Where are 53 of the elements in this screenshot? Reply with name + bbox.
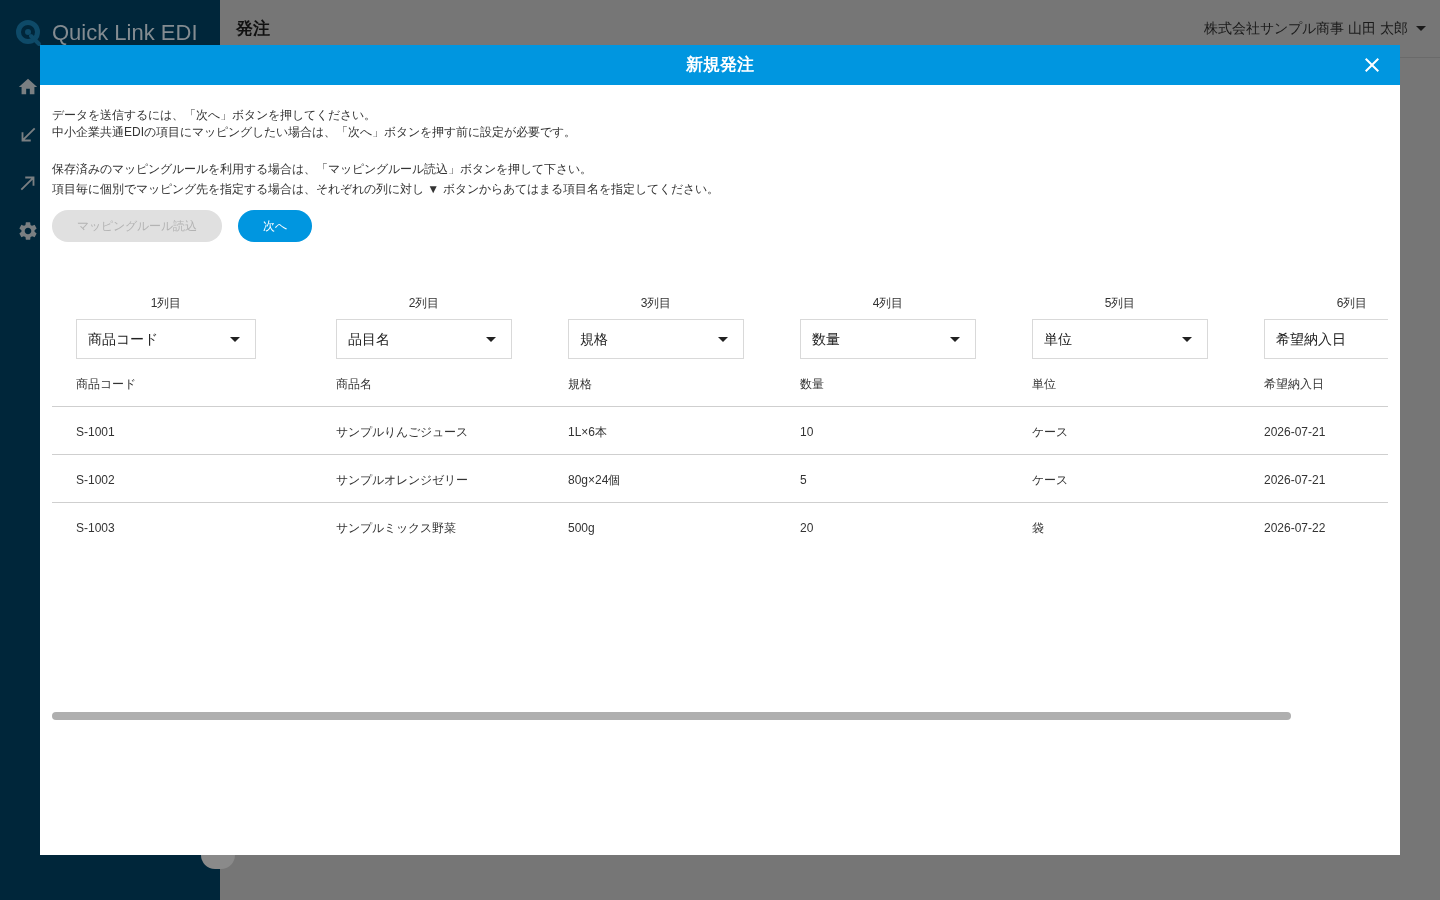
column-header: 単位: [1032, 376, 1056, 391]
column-number: 3列目: [640, 295, 672, 312]
table-cell: サンプルりんごジュース: [336, 424, 468, 439]
mapping-dropdown[interactable]: 単位: [1032, 319, 1208, 359]
column-header: 商品名: [336, 376, 372, 391]
instruction-text: 中小企業共通EDIの項目にマッピングしたい場合は、「次へ」ボタンを押す前に設定が必要です。: [52, 124, 577, 141]
mapping-dropdown[interactable]: 規格: [568, 319, 744, 359]
table-cell: 袋: [1032, 521, 1044, 535]
scrollbar-thumb[interactable]: [52, 712, 1291, 720]
logo-text: Quick Link EDI: [52, 20, 198, 46]
column-number: 6列目: [1336, 295, 1368, 312]
mapping-dropdown[interactable]: 品目名: [336, 319, 512, 359]
caret-icon: [1416, 26, 1426, 31]
caret-icon: [1182, 336, 1192, 342]
mapping-dropdown[interactable]: 数量: [800, 319, 976, 359]
table-cell: 10: [800, 424, 814, 439]
table-cell: 2026-07-22: [1264, 521, 1326, 535]
instruction-text: データを送信するには、「次へ」ボタンを押してください。: [52, 107, 377, 124]
table-cell: 2026-07-21: [1264, 424, 1326, 439]
column-header: 商品コード: [76, 376, 136, 391]
table-cell: S-1003: [76, 521, 115, 535]
page-title: 発注: [236, 17, 270, 40]
dialog-title: 新規発注: [685, 54, 755, 77]
column-number: 5列目: [1104, 295, 1136, 312]
table-cell: 500g: [568, 521, 595, 535]
table-cell: サンプルミックス野菜: [336, 521, 456, 535]
table-cell: サンプルオレンジゼリー: [336, 472, 468, 487]
table-cell: ケース: [1032, 472, 1068, 487]
table-cell: 80g×24個: [568, 472, 621, 487]
caret-icon: [718, 336, 728, 342]
instruction-text: 項目毎に個別でマッピング先を指定する場合は、それぞれの列に対し ▼ ボタンからあてはまる項目名を指定してください。: [52, 181, 720, 198]
instruction-text: 保存済みのマッピングルールを利用する場合は、「マッピングルール読込」ボタンを押して下さい。: [52, 161, 593, 178]
mapping-dropdown[interactable]: 希望納入日: [1264, 319, 1388, 359]
caret-icon: [486, 336, 496, 342]
column-header: 希望納入日: [1264, 376, 1324, 391]
column-number: 1列目: [150, 295, 182, 312]
column-number: 4列目: [872, 295, 904, 312]
mapping-dropdown[interactable]: 商品コード: [76, 319, 256, 359]
table-cell: ケース: [1032, 424, 1068, 439]
table-cell: 1L×6本: [568, 424, 608, 439]
table-cell: 2026-07-21: [1264, 472, 1326, 487]
table-cell: 5: [800, 472, 807, 487]
user-menu[interactable]: 株式会社サンプル商事 山田 太郎: [1204, 18, 1426, 39]
logo-icon: [16, 20, 42, 46]
caret-icon: [230, 336, 240, 342]
table-cell: S-1002: [76, 472, 115, 487]
settings-icon[interactable]: [17, 220, 39, 242]
caret-icon: [950, 336, 960, 342]
table-cell: 20: [800, 521, 814, 535]
column-header: 規格: [568, 376, 592, 391]
column-number: 2列目: [408, 295, 440, 312]
column-header: 数量: [800, 376, 824, 391]
table-cell: S-1001: [76, 424, 115, 439]
